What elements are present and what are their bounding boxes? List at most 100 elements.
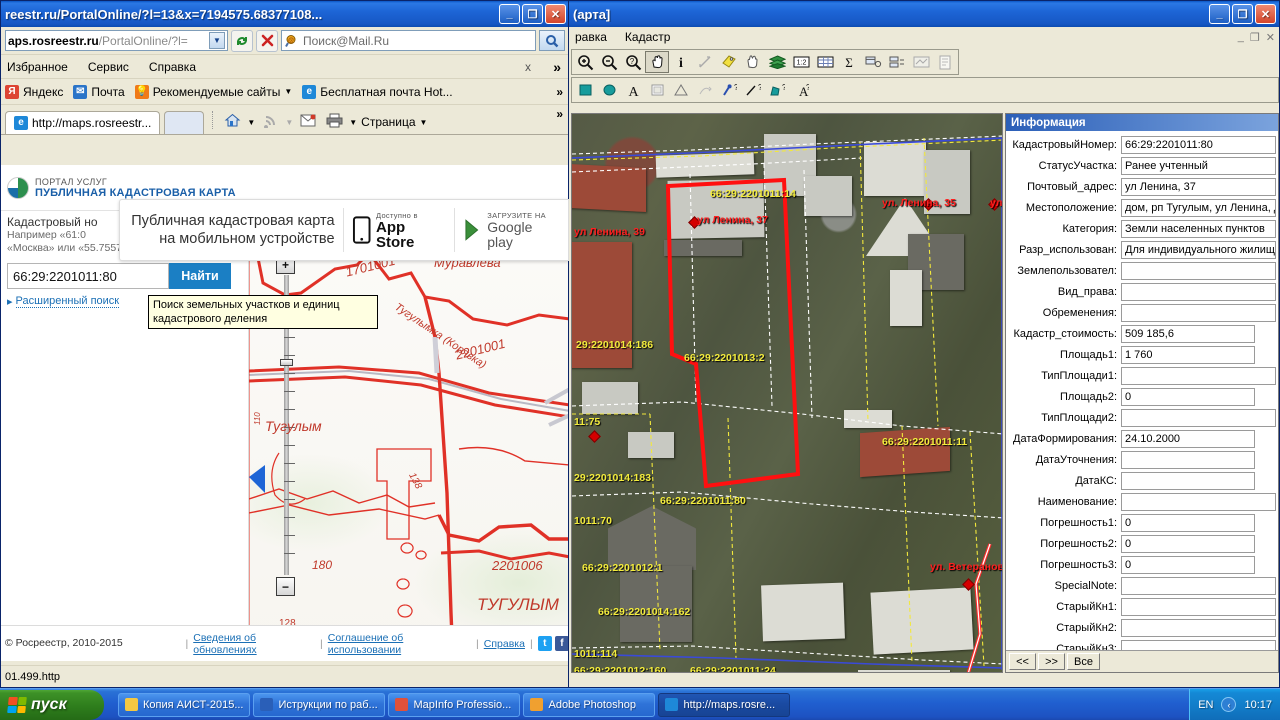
googleplay-button[interactable]: ЗАГРУЗИТЕ НА Google play [453, 208, 568, 252]
home-dropdown-icon[interactable]: ▼ [247, 118, 255, 127]
info-row-value[interactable] [1121, 450, 1255, 469]
info-row-value[interactable] [1121, 408, 1276, 427]
refresh-icon[interactable] [231, 29, 253, 52]
minimize-button[interactable]: _ [1209, 4, 1230, 24]
all-records-button[interactable]: Все [1067, 653, 1100, 670]
text-style-icon[interactable]: A [621, 79, 645, 101]
restore-button[interactable]: ❐ [1232, 4, 1253, 24]
zoom-out-button[interactable]: − [276, 577, 295, 596]
menu-favourites[interactable]: Избранное [7, 60, 68, 74]
link-recommended[interactable]: 💡 Рекомендуемые сайты ▼ [134, 84, 292, 99]
link-yandex[interactable]: Я Яндекс [5, 84, 63, 99]
info-row-value[interactable] [1121, 471, 1255, 490]
stop-icon[interactable] [256, 29, 278, 52]
region-query-icon[interactable]: ? [765, 79, 789, 101]
read-mail-icon[interactable] [297, 109, 319, 131]
address-input[interactable]: aps.rosreestr.ru/PortalOnline/?l= ▼ [5, 30, 228, 51]
maximize-button[interactable]: ❐ [522, 4, 543, 24]
layers-icon[interactable] [765, 51, 789, 73]
footer-link-help[interactable]: Справка [484, 638, 525, 650]
info-row-value[interactable] [1121, 282, 1276, 301]
info-row-value[interactable]: 66:29:2201011:80 [1121, 135, 1276, 154]
tabbar-overflow-icon[interactable]: » [556, 107, 563, 121]
table-icon[interactable] [813, 51, 837, 73]
start-button[interactable]: пуск [0, 689, 104, 720]
clock[interactable]: 10:17 [1244, 699, 1272, 711]
link-mail[interactable]: ✉ Почта [73, 84, 125, 99]
info-row-value[interactable] [1121, 261, 1276, 280]
redistrict-icon[interactable] [861, 51, 885, 73]
info-icon[interactable]: i [669, 51, 693, 73]
language-indicator[interactable]: EN [1198, 699, 1213, 711]
info-row-value[interactable]: 0 [1121, 555, 1255, 574]
taskbar-item[interactable]: http://maps.rosre... [658, 692, 791, 717]
print-icon[interactable] [323, 109, 345, 131]
chevron-down-icon[interactable]: ▼ [284, 87, 292, 96]
info-row-value[interactable]: 1 760 [1121, 345, 1255, 364]
footer-link-updates[interactable]: Сведения об обновлениях [193, 632, 315, 656]
address-dropdown-icon[interactable]: ▼ [209, 32, 225, 49]
scale-icon[interactable]: 1:2 [789, 51, 813, 73]
next-record-button[interactable]: >> [1038, 653, 1065, 670]
menu-spravka[interactable]: равка [575, 30, 607, 44]
mdi-restore-button[interactable]: ❐ [1250, 31, 1260, 44]
mdi-minimize-button[interactable]: _ [1238, 31, 1244, 44]
satellite-map-canvas[interactable]: 66:29:2201011:14 29:2201014:186 66:29:22… [571, 113, 1003, 673]
tab-rosreestr[interactable]: e http://maps.rosreestr... [5, 111, 161, 134]
drag-map-icon[interactable] [741, 51, 765, 73]
workspace-icon[interactable] [885, 51, 909, 73]
line-query-icon[interactable]: ? [741, 79, 765, 101]
footer-link-agreement[interactable]: Соглашение об использовании [328, 632, 471, 656]
info-row-value[interactable]: 0 [1121, 513, 1255, 532]
info-row-value[interactable] [1121, 492, 1276, 511]
close-button[interactable]: ✕ [1255, 4, 1276, 24]
pan-hand-icon[interactable] [645, 51, 669, 73]
label-icon[interactable] [717, 51, 741, 73]
polygon-icon[interactable] [669, 79, 693, 101]
info-row-value[interactable]: 0 [1121, 387, 1255, 406]
search-input[interactable]: @ Поиск@Mail.Ru [281, 30, 536, 51]
taskbar-item[interactable]: Adobe Photoshop [523, 692, 656, 717]
thematic-icon[interactable] [909, 51, 933, 73]
frame-style-icon[interactable] [645, 79, 669, 101]
menu-help[interactable]: Справка [149, 60, 196, 74]
text-query-icon[interactable]: A? [789, 79, 813, 101]
legend-icon[interactable] [933, 51, 957, 73]
search-go-icon[interactable] [539, 30, 565, 51]
rss-icon[interactable] [259, 109, 281, 131]
appstore-button[interactable]: Доступно в App Store [342, 208, 454, 252]
taskbar-item[interactable]: MapInfo Professio... [388, 692, 521, 717]
info-row-value[interactable]: 24.10.2000 [1121, 429, 1255, 448]
info-row-value[interactable]: Для индивидуального жилищ [1121, 240, 1276, 259]
ruler-icon[interactable] [693, 51, 717, 73]
sum-icon[interactable]: Σ [837, 51, 861, 73]
page-dropdown-icon[interactable]: ▼ [420, 118, 428, 127]
twitter-icon[interactable]: t [537, 636, 552, 651]
new-tab-button[interactable] [164, 111, 205, 134]
find-button[interactable]: Найти [169, 263, 231, 289]
info-row-value[interactable] [1121, 618, 1276, 637]
info-row-value[interactable]: ул Ленина, 37 [1121, 177, 1276, 196]
symbol-style-icon[interactable] [573, 79, 597, 101]
info-row-value[interactable] [1121, 366, 1276, 385]
arc-icon[interactable] [693, 79, 717, 101]
info-row-value[interactable] [1121, 303, 1276, 322]
taskbar-item[interactable]: Иструкции по раб... [253, 692, 386, 717]
menubar-close-icon[interactable]: x [525, 60, 531, 74]
info-row-value[interactable]: Ранее учтенный [1121, 156, 1276, 175]
info-row-value[interactable]: Земли населенных пунктов [1121, 219, 1276, 238]
rss-dropdown-icon[interactable]: ▼ [285, 118, 293, 127]
info-row-value[interactable] [1121, 597, 1276, 616]
facebook-icon[interactable]: f [554, 636, 569, 651]
info-row-value[interactable]: 0 [1121, 534, 1255, 553]
info-row-value[interactable]: дом, рп Тугулым, ул Ленина, д [1121, 198, 1276, 217]
zoom-query-icon[interactable]: ? [621, 51, 645, 73]
info-row-value[interactable]: 509 185,6 [1121, 324, 1255, 343]
zoom-in-icon[interactable] [573, 51, 597, 73]
mdi-close-button[interactable]: ✕ [1266, 31, 1275, 44]
home-icon[interactable] [221, 109, 243, 131]
close-button[interactable]: ✕ [545, 4, 566, 24]
page-menu-button[interactable]: Страница [361, 115, 415, 129]
zoom-out-icon[interactable] [597, 51, 621, 73]
menubar-overflow-icon[interactable]: » [553, 59, 561, 75]
